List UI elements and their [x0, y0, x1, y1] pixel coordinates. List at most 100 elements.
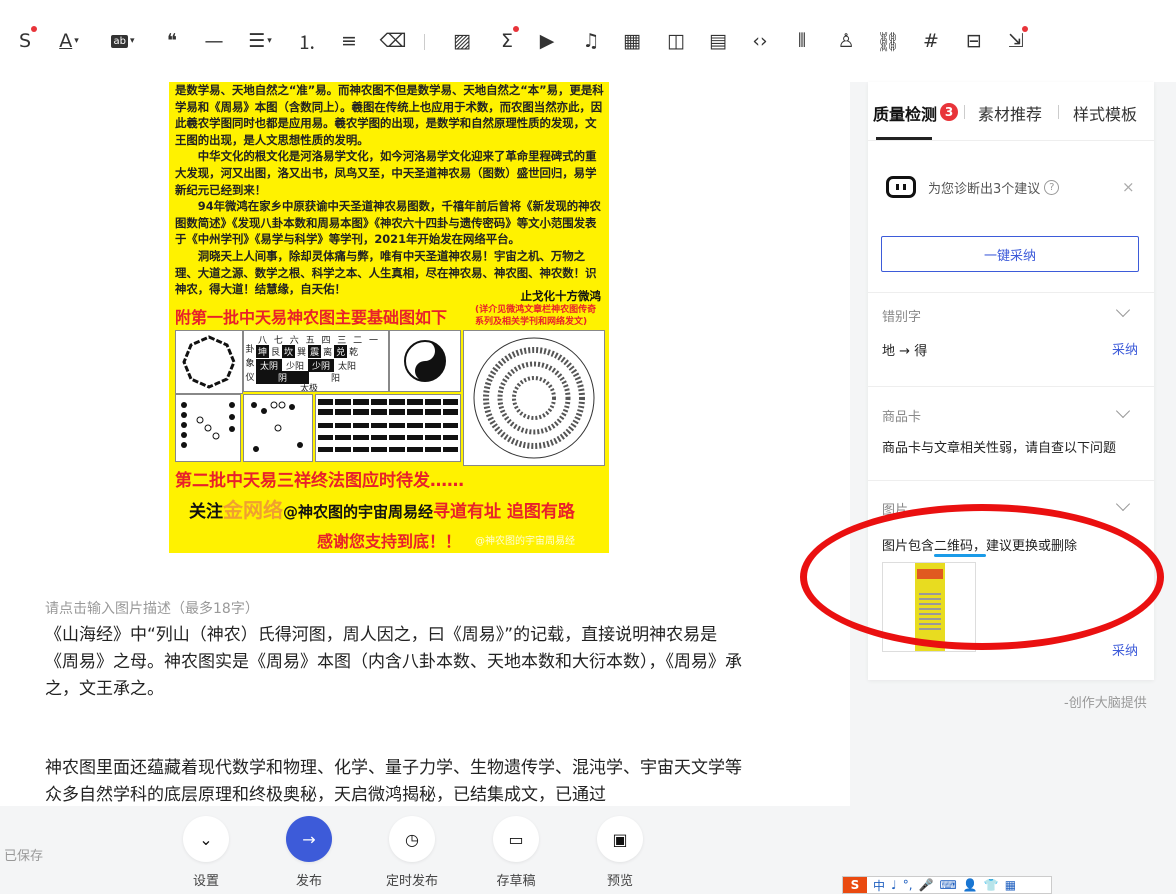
- luoshu-diagram: [243, 394, 313, 462]
- settings-button[interactable]: ⌄: [183, 816, 229, 862]
- chevron-down-icon[interactable]: [1115, 403, 1131, 419]
- tab-material-recommend[interactable]: 素材推荐: [978, 101, 1042, 125]
- taiji-diagram: [389, 330, 461, 392]
- bagua-side-labels: 卦象仪: [245, 345, 255, 383]
- hetu-diagram: [175, 394, 241, 462]
- table-icon[interactable]: ▦: [617, 26, 647, 56]
- skin-icon[interactable]: 👕: [984, 878, 999, 892]
- issue-count-badge: 3: [940, 103, 958, 121]
- eraser-icon[interactable]: ⌫: [378, 26, 408, 56]
- help-icon[interactable]: ?: [1044, 179, 1060, 195]
- divider: [868, 480, 1154, 481]
- poster-thanks: 感谢您支持到底！！: [317, 532, 462, 551]
- poster-text: 是数学易、天地自然之“准”易。而神农图不但是数学易、天地自然之“本”易，更是科学…: [175, 83, 604, 297]
- publish-button[interactable]: →: [286, 816, 332, 862]
- grid-icon[interactable]: ▦: [1005, 878, 1016, 892]
- diagnosis-summary: 为您诊断出3个建议 ?: [886, 176, 1060, 198]
- bookmark-icon[interactable]: ⊟: [959, 26, 989, 56]
- highlight-icon[interactable]: ab ▾: [108, 26, 138, 56]
- link-icon[interactable]: ⛓: [873, 26, 903, 56]
- chevron-down-icon: ⌄: [199, 829, 213, 849]
- toolbar-separator: [424, 34, 425, 50]
- tab-separator: [1058, 105, 1059, 119]
- clock-icon: ◷: [405, 829, 419, 849]
- robot-icon: [886, 176, 916, 198]
- bagua-table-diagram: 八 七 六 五 四 三 二 一 卦象仪 坤艮坎巽震离兑乾 太阴 少阳 少阴 太阳 阴阳…: [243, 330, 389, 392]
- ime-moon-icon[interactable]: ♩: [891, 878, 897, 892]
- article-paragraph[interactable]: 神农图里面还蕴藏着现代数学和物理、化学、量子力学、生物遗传学、混沌学、宇宙天文学…: [45, 755, 745, 806]
- vote-icon[interactable]: ◫: [661, 26, 691, 56]
- poster-heading-1: 附第一批中天易神农图主要基础图如下: [175, 308, 448, 327]
- arrow-right-icon: →: [302, 829, 316, 849]
- divider: [868, 292, 1154, 293]
- active-tab-indicator: [876, 137, 932, 140]
- product-suggestion: 商品卡与文章相关性弱，请自查以下问题: [882, 441, 1117, 456]
- schedule-publish-button[interactable]: ◷: [389, 816, 435, 862]
- red-annotation-circle: [800, 504, 1164, 650]
- tab-style-template[interactable]: 样式模板: [1073, 101, 1137, 125]
- ime-mode-icon[interactable]: 中: [873, 877, 885, 893]
- hashtag-icon[interactable]: #: [916, 26, 946, 56]
- divider: [868, 386, 1154, 387]
- person-icon[interactable]: ♙: [831, 26, 861, 56]
- chevron-down-icon[interactable]: [1115, 302, 1131, 318]
- preview-button[interactable]: ▣: [597, 816, 643, 862]
- ime-toolbar[interactable]: S 中 ♩ °, 🎤 ⌨ 👤 👕 ▦: [842, 876, 1052, 894]
- circle-number-diagram: [463, 330, 605, 466]
- quote-icon[interactable]: ❝: [157, 26, 187, 56]
- chart-icon[interactable]: ⫴: [787, 26, 817, 56]
- article-image[interactable]: 是数学易、天地自然之“准”易。而神农图不但是数学易、天地自然之“本”易，更是科学…: [169, 82, 609, 553]
- font-color-icon[interactable]: A ▾: [54, 26, 84, 56]
- close-icon[interactable]: ×: [1122, 178, 1135, 196]
- image-icon[interactable]: ▨: [447, 26, 477, 56]
- keyboard-icon[interactable]: ⌨: [939, 878, 956, 892]
- save-icon[interactable]: ▤: [703, 26, 733, 56]
- tab-separator: [964, 105, 965, 119]
- microphone-icon[interactable]: 🎤: [919, 878, 934, 892]
- ordered-list-icon[interactable]: ⒈: [292, 26, 322, 56]
- bagua-trigram-row: 坤艮坎巽震离兑乾: [256, 345, 360, 358]
- panel-tabs: 质量检测 3 素材推荐 样式模板: [868, 82, 1154, 141]
- strikethrough-icon[interactable]: S: [10, 26, 40, 56]
- tab-quality-check[interactable]: 质量检测: [873, 101, 937, 125]
- diagnosis-text: 为您诊断出3个建议: [928, 181, 1041, 197]
- editor-area[interactable]: 是数学易、天地自然之“准”易。而神农图不但是数学易、天地自然之“本”易，更是科学…: [0, 82, 850, 806]
- ime-punct-icon[interactable]: °,: [903, 878, 913, 892]
- divider-icon[interactable]: —: [199, 26, 229, 56]
- poster-signature: 止戈化十方微鸿: [520, 289, 602, 303]
- video-icon[interactable]: ▶: [532, 26, 562, 56]
- hexagram-grid-diagram: [315, 394, 461, 462]
- save-draft-label: 存草稿: [496, 874, 536, 889]
- typo-section-title: 错别字: [882, 310, 922, 325]
- preview-icon: ▣: [612, 829, 628, 849]
- user-icon[interactable]: 👤: [963, 878, 978, 892]
- typo-suggestion: 地 → 得: [882, 344, 928, 359]
- product-section-title: 商品卡: [882, 410, 922, 425]
- chevron-down-icon[interactable]: [1115, 496, 1131, 512]
- unordered-list-icon[interactable]: ≡: [334, 26, 364, 56]
- saved-status: 已保存: [4, 849, 44, 864]
- poster-heading-note: (详介见微鸿文章栏神农图传奇系列及相关学刊和网络发文): [475, 305, 597, 327]
- bagua-taiji: 太极: [300, 384, 319, 392]
- bagua-octagon-diagram: [175, 330, 243, 394]
- settings-label: 设置: [192, 874, 219, 889]
- poster-heading-2: 第二批中天易三祥终法图应时待发……: [175, 471, 464, 491]
- preview-label: 预览: [606, 874, 633, 889]
- adopt-image-link[interactable]: 采纳: [1112, 640, 1138, 659]
- save-draft-button[interactable]: ▭: [493, 816, 539, 862]
- code-icon[interactable]: ‹›: [745, 26, 775, 56]
- schedule-publish-label: 定时发布: [385, 874, 438, 889]
- adopt-all-button[interactable]: 一键采纳: [881, 236, 1139, 272]
- adopt-typo-link[interactable]: 采纳: [1112, 339, 1138, 358]
- article-paragraph[interactable]: 《山海经》中“列山（神农）氏得河图，周人因之，曰《周易》”的记载，直接说明神农易…: [45, 622, 745, 703]
- formula-icon[interactable]: Σ: [492, 26, 522, 56]
- poster-follow-line: 关注金网络@神农图的宇宙周易经寻道有址 追图有路: [189, 498, 575, 522]
- audio-icon[interactable]: ♫: [576, 26, 606, 56]
- image-caption-input[interactable]: 请点击输入图片描述（最多18字）: [45, 598, 259, 618]
- import-icon[interactable]: ⇲: [1001, 26, 1031, 56]
- source-credit: -创作大脑提供: [1064, 696, 1147, 711]
- publish-label: 发布: [295, 874, 322, 889]
- align-icon[interactable]: ☰ ▾: [245, 26, 275, 56]
- sogou-logo-icon: S: [843, 877, 867, 893]
- poster-watermark: @神农图的宇宙周易经: [475, 536, 575, 547]
